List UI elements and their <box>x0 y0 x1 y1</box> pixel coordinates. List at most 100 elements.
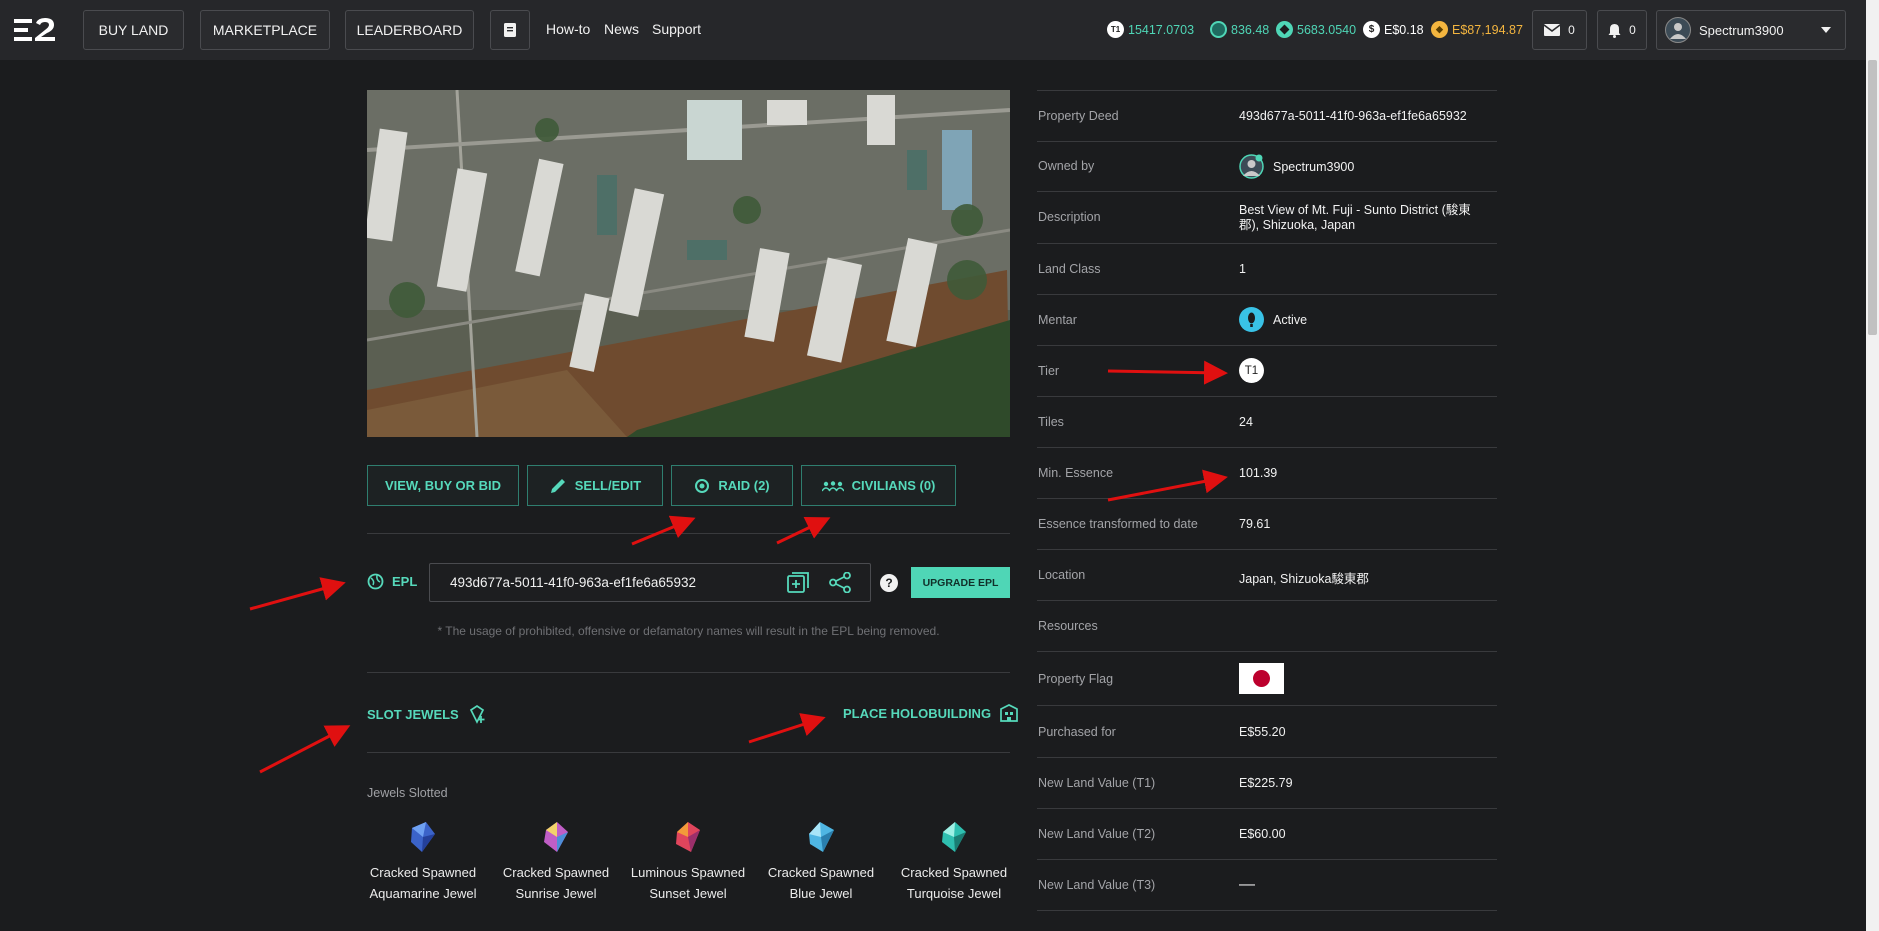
divider <box>367 533 1010 534</box>
annotation-arrow <box>259 725 351 774</box>
blue-jewel-icon <box>809 822 834 852</box>
table-row-divider <box>1037 910 1497 911</box>
howto-link[interactable]: How-to <box>546 21 590 37</box>
leaderboard-button[interactable]: LEADERBOARD <box>345 10 474 50</box>
jewel-item[interactable]: Cracked Spawned Aquamarine Jewel <box>363 820 483 904</box>
gold-balance[interactable]: ◆ E$87,194.87 <box>1431 21 1523 38</box>
land-value-t2: E$60.00 <box>1239 827 1286 841</box>
table-row-divider <box>1037 141 1497 142</box>
page-scrollbar[interactable] <box>1866 0 1879 931</box>
user-menu[interactable]: Spectrum3900 <box>1656 10 1846 50</box>
essence-transformed-label: Essence transformed to date <box>1038 517 1198 531</box>
inbox-count: 0 <box>1568 23 1575 37</box>
purchased-for-label: Purchased for <box>1038 725 1116 739</box>
turquoise-jewel-icon <box>942 822 966 852</box>
tier-badge: T1 <box>1239 358 1264 383</box>
jewel-item[interactable]: Cracked Spawned Sunrise Jewel <box>496 820 616 904</box>
help-icon[interactable]: ? <box>880 574 898 592</box>
mentar-icon <box>1239 307 1264 332</box>
tier-label: Tier <box>1038 364 1060 378</box>
jewel-item[interactable]: Cracked Spawned Blue Jewel <box>761 820 881 904</box>
slot-jewel-icon <box>469 704 485 724</box>
buy-land-button[interactable]: BUY LAND <box>83 10 184 50</box>
annotation-arrow <box>1107 469 1228 502</box>
tier-value: T1 <box>1239 358 1264 383</box>
journal-button[interactable] <box>490 10 530 50</box>
civilians-button[interactable]: CIVILIANS (0) <box>801 465 956 506</box>
news-link[interactable]: News <box>604 21 639 37</box>
annotation-arrow <box>1107 360 1228 385</box>
gold-coin-icon: ◆ <box>1431 21 1448 38</box>
description-label: Description <box>1038 210 1101 224</box>
scrollbar-thumb[interactable] <box>1868 60 1877 335</box>
table-row-divider <box>1037 549 1497 550</box>
min-essence-value: 101.39 <box>1239 466 1278 480</box>
land-class-label: Land Class <box>1038 262 1101 276</box>
land-value-t3: — <box>1239 876 1255 893</box>
t1-token-icon: T1 <box>1107 21 1124 38</box>
inbox-button[interactable]: 0 <box>1532 10 1587 50</box>
slot-jewels-link[interactable]: SLOT JEWELS <box>367 704 487 724</box>
owned-by-label: Owned by <box>1038 159 1095 173</box>
owner-value[interactable]: Spectrum3900 <box>1239 154 1354 179</box>
property-flag-label: Property Flag <box>1038 672 1114 686</box>
property-deed-label: Property Deed <box>1038 109 1119 123</box>
add-copy-icon[interactable] <box>787 572 809 593</box>
jewel-item[interactable]: Cracked Spawned Turquoise Jewel <box>894 820 1014 904</box>
land-satellite-image <box>367 90 1010 437</box>
japan-flag-icon <box>1239 663 1284 694</box>
notifications-button[interactable]: 0 <box>1597 10 1647 50</box>
e2-logo[interactable] <box>14 17 56 43</box>
raid-button[interactable]: RAID (2) <box>671 465 793 506</box>
book-icon <box>504 23 516 37</box>
location-label: Location <box>1038 568 1086 582</box>
land-class-value: 1 <box>1239 262 1246 276</box>
table-row-divider <box>1037 345 1497 346</box>
table-row-divider <box>1037 757 1497 758</box>
land-value-t1-label: New Land Value (T1) <box>1038 776 1156 790</box>
jewels-slotted-title: Jewels Slotted <box>367 786 448 800</box>
bell-icon <box>1608 23 1621 38</box>
upgrade-epl-button[interactable]: UPGRADE EPL <box>911 567 1010 598</box>
top-navigation-bar: BUY LAND MARKETPLACE LEADERBOARD How-to … <box>0 0 1866 60</box>
jewel-item[interactable]: Luminous Spawned Sunset Jewel <box>628 820 748 904</box>
purchased-for-value: E$55.20 <box>1239 725 1286 739</box>
sunrise-jewel-icon <box>544 822 568 852</box>
share-icon[interactable] <box>829 572 851 593</box>
land-value-t1: E$225.79 <box>1239 776 1293 790</box>
divider <box>367 752 1010 753</box>
place-holobuilding-link[interactable]: PLACE HOLOBUILDING <box>843 704 1019 722</box>
tiles-label: Tiles <box>1038 415 1064 429</box>
location-value: Japan, Shizuoka駿東郡 <box>1239 572 1369 586</box>
dollar-balance[interactable]: $ E$0.18 <box>1363 21 1424 38</box>
owner-avatar-icon <box>1239 154 1264 179</box>
sell-edit-button[interactable]: SELL/EDIT <box>527 465 663 506</box>
table-row-divider <box>1037 600 1497 601</box>
annotation-arrow <box>748 713 826 744</box>
property-flag <box>1239 663 1284 694</box>
table-row-divider <box>1037 294 1497 295</box>
support-link[interactable]: Support <box>652 21 701 37</box>
t1-token-balance[interactable]: T1 15417.0703 <box>1107 21 1194 38</box>
land-value-t3-label: New Land Value (T3) <box>1038 878 1156 892</box>
aquamarine-jewel-icon <box>411 822 435 852</box>
gem-balance[interactable]: 5683.0540 <box>1276 21 1356 38</box>
avatar <box>1665 17 1691 43</box>
view-buy-bid-button[interactable]: VIEW, BUY OR BID <box>367 465 519 506</box>
table-row-divider <box>1037 859 1497 860</box>
globe-icon <box>367 573 384 590</box>
dollar-icon: $ <box>1363 21 1380 38</box>
sunset-jewel-icon <box>676 822 700 852</box>
table-row-divider <box>1037 90 1497 91</box>
user-avatar-icon <box>1670 23 1686 39</box>
essence-balance[interactable]: 836.48 <box>1210 21 1269 38</box>
land-value-t2-label: New Land Value (T2) <box>1038 827 1156 841</box>
chevron-down-icon <box>1821 27 1831 33</box>
table-row-divider <box>1037 243 1497 244</box>
epl-label: EPL <box>367 573 417 590</box>
building-icon <box>1000 704 1018 722</box>
table-row-divider <box>1037 705 1497 706</box>
marketplace-button[interactable]: MARKETPLACE <box>200 10 330 50</box>
mail-icon <box>1544 24 1561 36</box>
raid-icon <box>695 478 710 493</box>
